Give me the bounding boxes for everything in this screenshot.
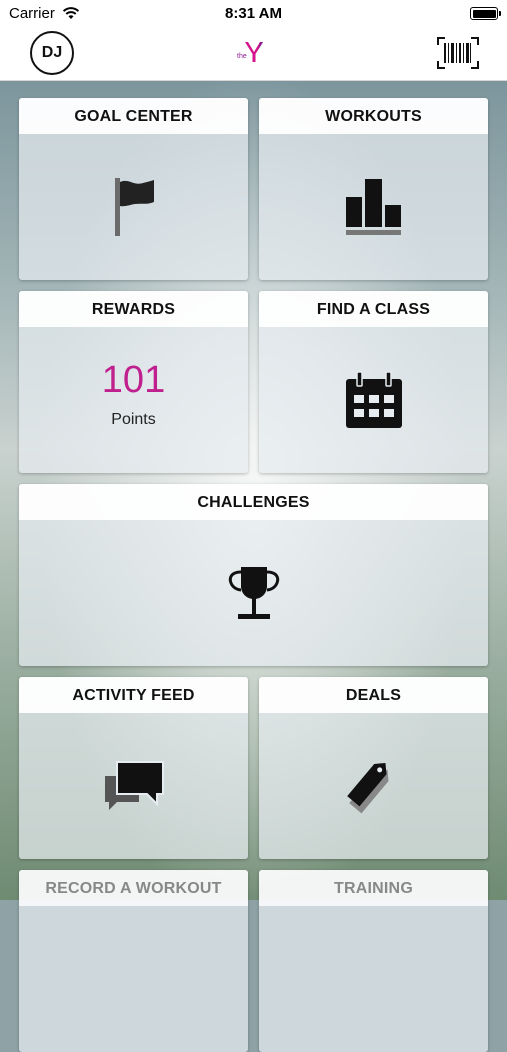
- tile-training[interactable]: TRAINING: [259, 870, 488, 1052]
- tile-record-a-workout[interactable]: RECORD A WORKOUT: [19, 870, 248, 1052]
- bar-chart-icon: [345, 179, 401, 235]
- tile-deals[interactable]: DEALS: [259, 677, 488, 859]
- tile-find-a-class[interactable]: FIND A CLASS: [259, 291, 488, 473]
- tile-workouts[interactable]: WORKOUTS: [259, 98, 488, 280]
- logo-the-text: the: [237, 53, 247, 60]
- tile-title: DEALS: [259, 677, 488, 713]
- trophy-icon: [228, 567, 279, 619]
- tile-title: ACTIVITY FEED: [19, 677, 248, 713]
- status-bar: Carrier 8:31 AM: [0, 0, 507, 28]
- tile-title: FIND A CLASS: [259, 291, 488, 327]
- tile-title: RECORD A WORKOUT: [19, 870, 248, 906]
- tile-title: GOAL CENTER: [19, 98, 248, 134]
- tile-activity-feed[interactable]: ACTIVITY FEED: [19, 677, 248, 859]
- tile-title: CHALLENGES: [19, 484, 488, 520]
- tile-rewards[interactable]: REWARDS 101 Points: [19, 291, 248, 473]
- nav-bar: DJ the: [0, 28, 507, 81]
- tile-challenges[interactable]: CHALLENGES: [19, 484, 488, 666]
- status-time: 8:31 AM: [225, 5, 282, 22]
- rewards-points-value: 101: [101, 359, 166, 401]
- barcode-icon[interactable]: [436, 36, 480, 70]
- flag-icon: [114, 178, 154, 236]
- tags-icon: [346, 762, 388, 814]
- tile-title: WORKOUTS: [259, 98, 488, 134]
- chat-bubbles-icon: [104, 761, 164, 810]
- rewards-points-label: Points: [111, 411, 156, 428]
- tile-title: REWARDS: [19, 291, 248, 327]
- ymca-logo: the: [237, 42, 263, 62]
- profile-avatar-button[interactable]: DJ: [30, 31, 74, 75]
- tile-title: TRAINING: [259, 870, 488, 906]
- battery-icon: [470, 7, 501, 20]
- calendar-icon: [345, 371, 402, 428]
- tile-goal-center[interactable]: GOAL CENTER: [19, 98, 248, 280]
